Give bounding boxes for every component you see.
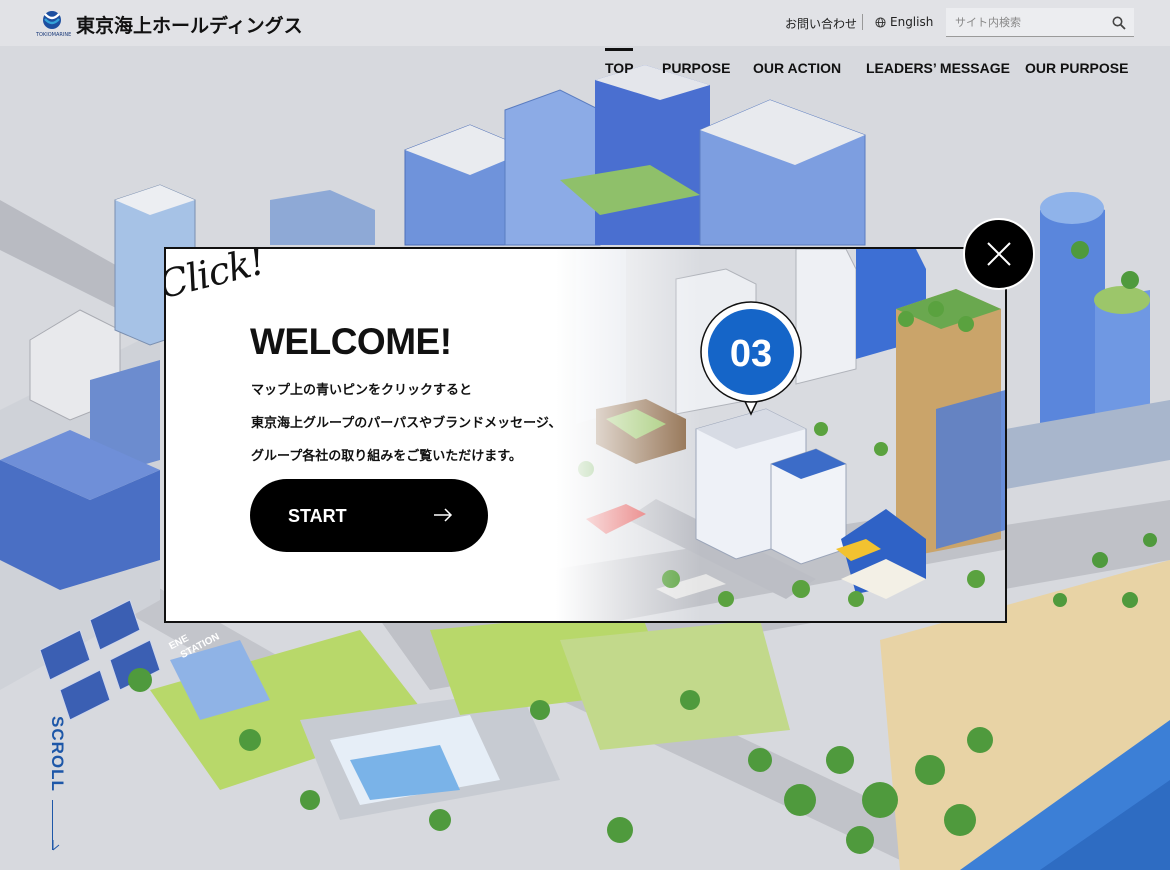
start-button-label: START	[288, 506, 347, 526]
contact-link[interactable]: お問い合わせ	[785, 15, 857, 32]
company-name[interactable]: 東京海上ホールディングス	[76, 11, 303, 38]
modal-title: WELCOME!	[250, 321, 452, 362]
language-label: English	[890, 15, 934, 29]
nav-item-leaders-message[interactable]: LEADERS’ MESSAGE	[866, 60, 1010, 76]
modal-close-button[interactable]	[963, 218, 1035, 290]
start-button[interactable]: START	[250, 479, 488, 552]
modal-description-line-2: 東京海上グループのパーパスやブランドメッセージ、	[251, 416, 562, 431]
welcome-modal: 03 Click! WELCOME! マップ上の青いピンをクリックすると 東京海…	[164, 247, 1007, 623]
scroll-arrow-icon	[52, 840, 60, 851]
language-switch[interactable]: English	[875, 15, 933, 29]
nav-item-purpose[interactable]: PURPOSE	[662, 60, 730, 76]
arrow-right-icon	[434, 508, 453, 522]
nav-item-our-purpose[interactable]: OUR PURPOSE	[1025, 60, 1128, 76]
nav-item-our-action[interactable]: OUR ACTION	[753, 60, 841, 76]
click-decoration-text: Click!	[164, 247, 269, 308]
close-icon	[987, 242, 1011, 266]
modal-description-line-1: マップ上の青いピンをクリックすると	[251, 383, 473, 398]
globe-icon	[875, 17, 886, 28]
search-icon[interactable]	[1112, 16, 1126, 30]
header-divider	[862, 14, 863, 30]
scroll-indicator-label[interactable]: SCROLL	[47, 716, 67, 792]
nav-item-top[interactable]: TOP	[605, 60, 634, 76]
site-header: TOKIOMARINE 東京海上ホールディングス お問い合わせ English	[0, 0, 1170, 46]
site-search-input[interactable]	[946, 8, 1134, 37]
modal-description-line-3: グループ各社の取り組みをご覧いただけます。	[251, 449, 522, 464]
nav-active-indicator	[605, 48, 633, 51]
logo-subtext: TOKIOMARINE	[36, 32, 72, 38]
main-nav: TOP PURPOSE OUR ACTION LEADERS’ MESSAGE …	[0, 60, 1170, 80]
modal-city-illustration: 03	[556, 249, 1005, 621]
